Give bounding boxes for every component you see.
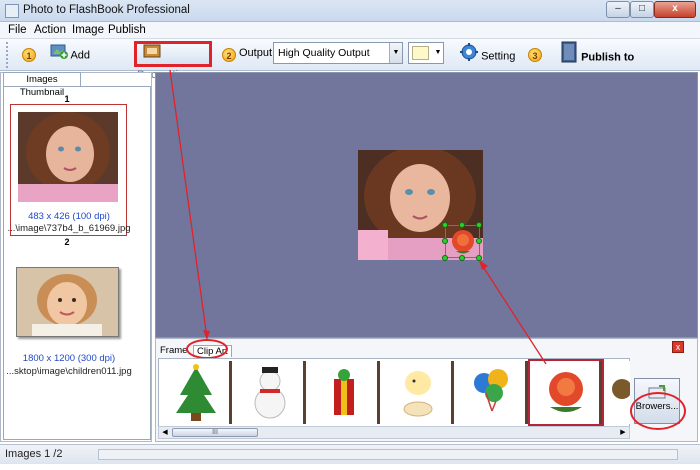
annotation-arrow-rose — [479, 261, 547, 365]
status-text: Images 1 /2 — [5, 448, 63, 460]
progress-bar — [98, 449, 678, 460]
annotation-arrows — [169, 69, 547, 365]
arrow-head — [203, 330, 210, 340]
annotation-arrow-decoration — [169, 69, 208, 339]
arrow-head — [479, 260, 488, 270]
